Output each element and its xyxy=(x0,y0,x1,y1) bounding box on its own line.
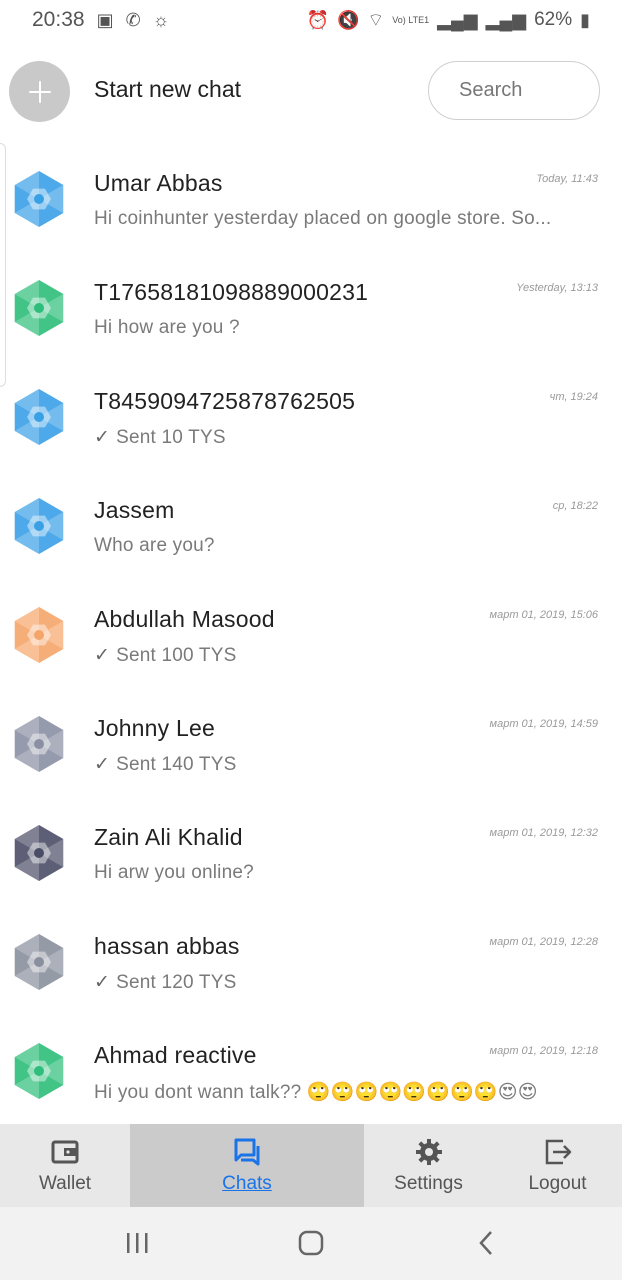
wifi-icon: ⌔ xyxy=(367,10,385,30)
chat-timestamp: март 01, 2019, 12:28 xyxy=(489,936,598,948)
chat-list-item[interactable]: Ahmad reactive март 01, 2019, 12:18 Hi you… xyxy=(0,1018,622,1127)
chat-list-item[interactable]: Zain Ali Khalid март 01, 2019, 12:32 Hi ar… xyxy=(0,800,622,909)
sent-check-icon: ✓ xyxy=(94,427,111,448)
signal-icon: ▂▄▆ xyxy=(437,10,478,30)
avatar xyxy=(10,279,68,337)
avatar xyxy=(10,170,68,228)
chat-message-text: Sent 100 TYS xyxy=(116,645,237,666)
search-input[interactable]: Search xyxy=(428,61,600,120)
chats-icon xyxy=(234,1138,260,1165)
chat-list-item[interactable]: hassan abbas март 01, 2019, 12:28 ✓ Sent 12… xyxy=(0,909,622,1018)
chat-timestamp: март 01, 2019, 14:59 xyxy=(489,718,598,730)
chat-message-text: Hi you dont wann talk?? 🙄🙄🙄🙄🙄🙄🙄🙄😍😍 xyxy=(94,1082,538,1103)
gallery-icon: ▣ xyxy=(96,10,114,30)
avatar xyxy=(10,824,68,882)
chat-last-message: Hi coinhunter yesterday placed on google… xyxy=(94,208,599,230)
plus-icon xyxy=(28,80,51,103)
weather-icon: ☼ xyxy=(152,10,170,30)
chat-last-message: Who are you? xyxy=(94,535,599,557)
nav-wallet[interactable]: Wallet xyxy=(0,1124,130,1207)
mute-icon: 🔇 xyxy=(336,10,360,30)
chat-name: hassan abbas xyxy=(94,933,240,959)
chat-message-text: Sent 10 TYS xyxy=(116,427,226,448)
status-time: 20:38 xyxy=(32,8,85,31)
chat-message-text: Hi coinhunter yesterday placed on google… xyxy=(94,208,552,229)
avatar xyxy=(10,715,68,773)
chat-timestamp: март 01, 2019, 15:06 xyxy=(489,609,598,621)
chat-timestamp: чт, 19:24 xyxy=(549,391,598,403)
battery-icon: ▮ xyxy=(580,10,590,30)
chat-timestamp: Yesterday, 13:13 xyxy=(516,282,598,294)
chat-message-text: Sent 140 TYS xyxy=(116,754,237,775)
chat-name: Ahmad reactive xyxy=(94,1042,257,1068)
chat-message-text: Hi arw you online? xyxy=(94,862,254,883)
new-chat-button[interactable] xyxy=(9,61,70,122)
chat-last-message: Hi how are you ? xyxy=(94,317,599,339)
status-bar: 20:38 ▣ ✆ ☼ ⏰ 🔇 ⌔ Vo) LTE1 ▂▄▆ ▂▄▆ 62% ▮ xyxy=(0,0,622,40)
alarm-icon: ⏰ xyxy=(306,10,329,30)
avatar xyxy=(10,933,68,991)
avatar xyxy=(10,606,68,664)
nav-chats[interactable]: Chats xyxy=(130,1124,364,1207)
chat-list-item[interactable]: Umar Abbas Today, 11:43 Hi coinhunter yest… xyxy=(0,146,622,255)
chat-last-message: ✓ Sent 120 TYS xyxy=(94,971,599,994)
chat-name: Abdullah Masood xyxy=(94,606,275,632)
lte-icon: Vo) LTE1 xyxy=(392,14,430,25)
chat-message-text: Sent 120 TYS xyxy=(116,972,237,993)
chat-last-message: Hi arw you online? xyxy=(94,862,599,884)
chat-name: Zain Ali Khalid xyxy=(94,824,243,850)
battery-percent: 62% xyxy=(534,9,573,30)
chat-last-message: ✓ Sent 10 TYS xyxy=(94,426,599,449)
status-right: ⏰ 🔇 ⌔ Vo) LTE1 ▂▄▆ ▂▄▆ 62% ▮ xyxy=(307,9,590,31)
chat-timestamp: март 01, 2019, 12:32 xyxy=(489,827,598,839)
chat-list-item[interactable]: Johnny Lee март 01, 2019, 14:59 ✓ Sent 140 … xyxy=(0,691,622,800)
chat-timestamp: март 01, 2019, 12:18 xyxy=(489,1045,598,1057)
logout-icon xyxy=(545,1139,571,1164)
nav-logout[interactable]: Logout xyxy=(493,1124,622,1207)
top-action-row: Start new chat Search xyxy=(0,56,622,126)
chat-list-item[interactable]: Abdullah Masood март 01, 2019, 15:06 ✓ Sent… xyxy=(0,582,622,691)
chat-last-message: ✓ Sent 100 TYS xyxy=(94,644,599,667)
chat-list-item[interactable]: Jassem ср, 18:22 Who are you? xyxy=(0,473,622,582)
bottom-navigation: Wallet Chats Settings Logout xyxy=(0,1124,622,1207)
chat-message-text: Who are you? xyxy=(94,535,215,556)
new-chat-label[interactable]: Start new chat xyxy=(94,76,241,103)
status-left: 20:38 ▣ ✆ ☼ xyxy=(32,8,169,32)
chat-name: Jassem xyxy=(94,497,175,523)
nav-chats-label: Chats xyxy=(222,1172,272,1194)
wallet-icon xyxy=(51,1140,79,1163)
avatar xyxy=(10,1042,68,1100)
chat-list-item[interactable]: T17658181098889000231 Yesterday, 13:13 Hi … xyxy=(0,255,622,364)
chat-name: T8459094725878762505 xyxy=(94,388,356,414)
back-icon[interactable] xyxy=(476,1229,496,1257)
nav-logout-label: Logout xyxy=(528,1172,587,1194)
nav-wallet-label: Wallet xyxy=(38,1172,92,1194)
sent-check-icon: ✓ xyxy=(94,754,111,775)
home-icon[interactable] xyxy=(298,1229,326,1257)
chat-message-text: Hi how are you ? xyxy=(94,317,240,338)
gear-icon xyxy=(415,1138,442,1165)
chat-last-message: Hi you dont wann talk?? 🙄🙄🙄🙄🙄🙄🙄🙄😍😍 xyxy=(94,1080,599,1104)
system-navigation-bar xyxy=(0,1207,622,1280)
sent-check-icon: ✓ xyxy=(94,972,111,993)
nav-settings[interactable]: Settings xyxy=(364,1124,493,1207)
avatar xyxy=(10,388,68,446)
chat-name: Johnny Lee xyxy=(94,715,215,741)
missed-call-icon: ✆ xyxy=(125,10,141,30)
sent-check-icon: ✓ xyxy=(94,645,111,666)
avatar xyxy=(10,497,68,555)
signal-2-icon: ▂▄▆ xyxy=(485,10,527,30)
chat-timestamp: Today, 11:43 xyxy=(536,173,598,185)
nav-settings-label: Settings xyxy=(394,1172,463,1194)
chat-name: Umar Abbas xyxy=(94,170,223,196)
chat-name: T17658181098889000231 xyxy=(94,279,369,305)
recent-apps-icon[interactable] xyxy=(125,1229,151,1257)
chat-last-message: ✓ Sent 140 TYS xyxy=(94,753,599,776)
chat-list-item[interactable]: T8459094725878762505 чт, 19:24 ✓ Sent 10 TY… xyxy=(0,364,622,473)
chat-timestamp: ср, 18:22 xyxy=(552,500,598,512)
